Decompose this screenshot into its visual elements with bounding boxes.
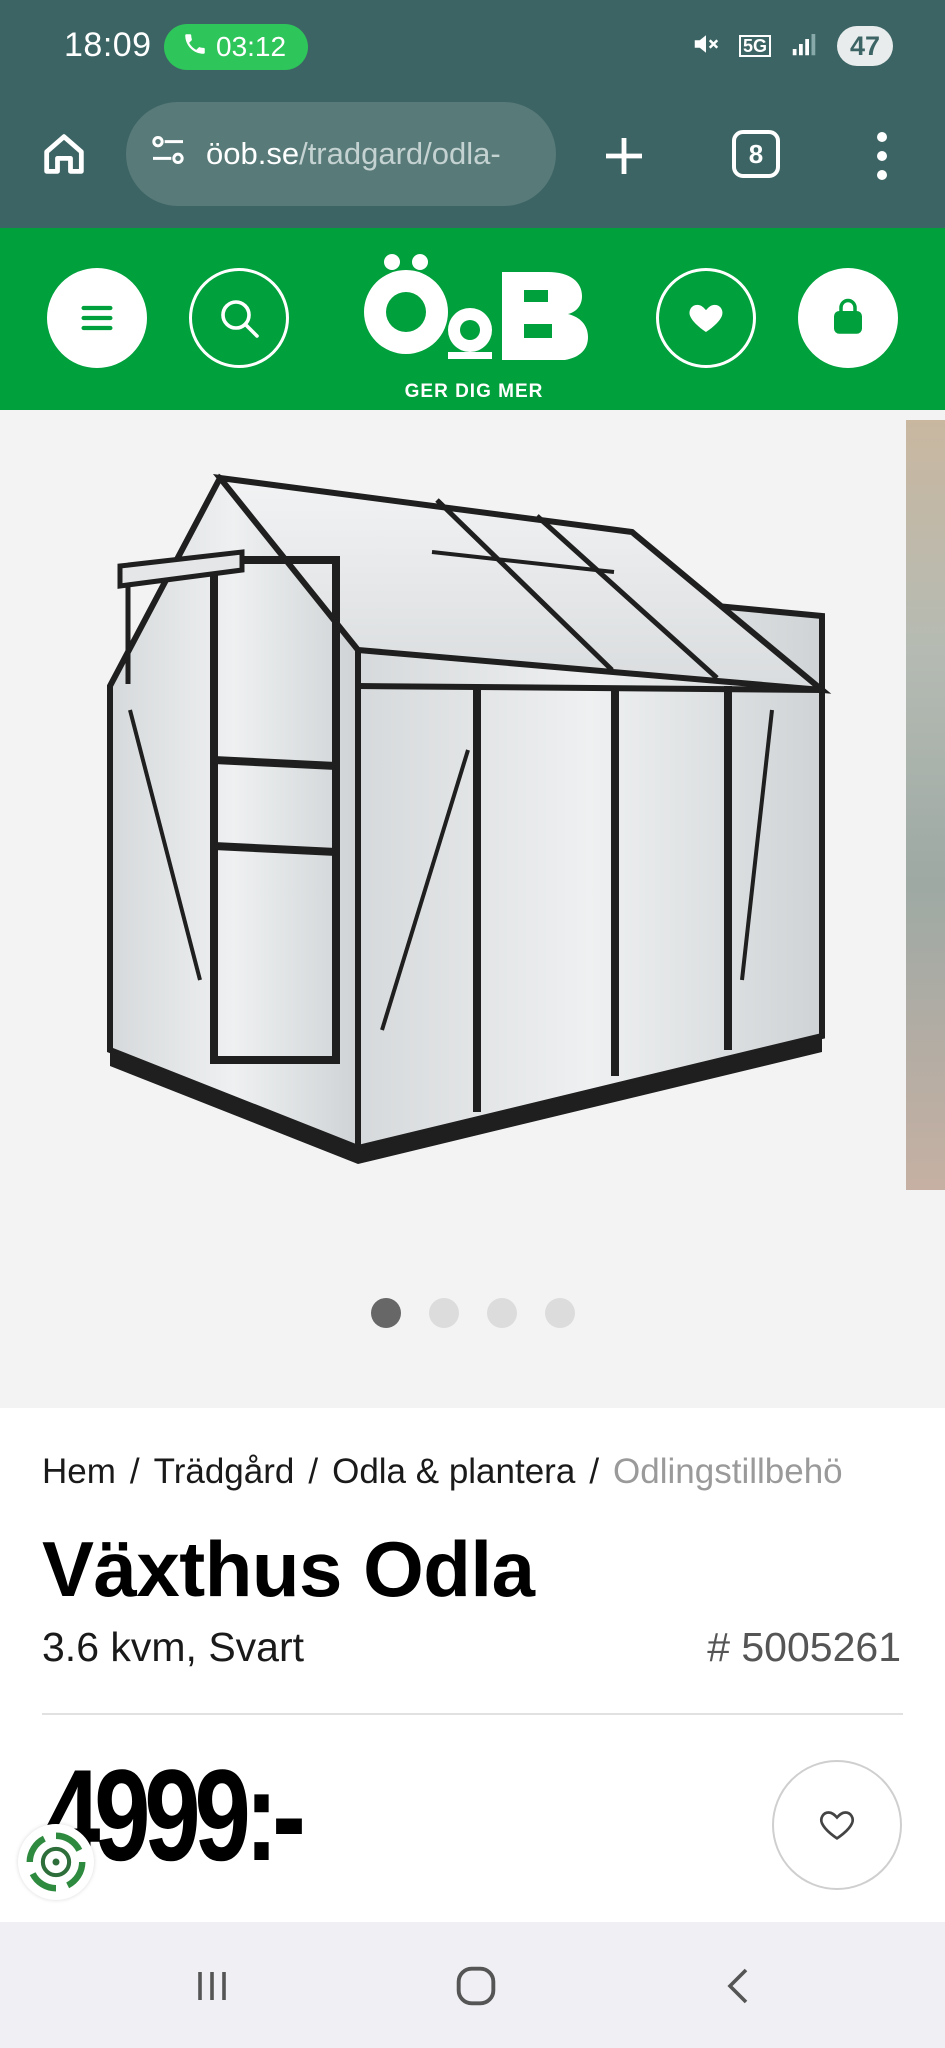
logo-tagline: GER DIG MER <box>404 381 544 402</box>
breadcrumb-separator: / <box>308 1452 319 1491</box>
add-to-wishlist-button[interactable] <box>772 1760 902 1890</box>
search-button[interactable] <box>189 268 289 368</box>
gallery-dot-2[interactable] <box>428 1298 459 1328</box>
phone-icon <box>182 31 208 64</box>
breadcrumb-item-odlingstillbehor[interactable]: Odlingstillbehö <box>613 1452 843 1491</box>
recycle-badge[interactable] <box>18 1824 94 1900</box>
signal-icon <box>789 29 819 64</box>
heart-outline-icon <box>819 1811 855 1840</box>
product-title: Växthus Odla <box>42 1525 535 1613</box>
product-gallery[interactable] <box>0 410 945 1408</box>
battery-indicator: 47 <box>837 26 893 66</box>
site-settings-icon[interactable] <box>148 130 188 178</box>
breadcrumb-item-hem[interactable]: Hem <box>42 1452 116 1491</box>
breadcrumb: Hem / Trädgård / Odla & plantera / Odlingstill… <box>42 1452 902 1492</box>
cart-button[interactable] <box>798 268 898 368</box>
status-icons: 5G 47 <box>691 26 893 66</box>
home-nav-icon <box>456 1966 496 2006</box>
hamburger-icon <box>81 305 113 331</box>
page: 18:09 03:12 5G 47 öob.se/tradgard/odla- … <box>0 0 945 2048</box>
ongoing-call-pill[interactable]: 03:12 <box>164 24 308 70</box>
breadcrumb-separator: / <box>589 1452 600 1491</box>
gallery-dots <box>0 1298 945 1328</box>
url-domain: öob.se <box>206 136 300 171</box>
url-text: öob.se/tradgard/odla- <box>206 136 501 172</box>
back-icon <box>727 1968 748 2004</box>
product-image[interactable] <box>92 420 852 1190</box>
shopping-bag-icon <box>834 298 862 334</box>
gallery-dot-1[interactable] <box>370 1298 401 1328</box>
recent-apps-button[interactable] <box>182 1956 242 2016</box>
network-5g-icon: 5G <box>738 35 771 57</box>
browser-toolbar: öob.se/tradgard/odla- 8 <box>0 98 945 228</box>
breadcrumb-item-odla-plantera[interactable]: Odla & plantera <box>332 1452 575 1491</box>
recycle-icon <box>26 1832 86 1892</box>
system-nav-bar <box>0 1922 945 2048</box>
heart-icon <box>689 304 723 332</box>
home-icon <box>44 134 84 174</box>
hamburger-menu-button[interactable] <box>47 268 147 368</box>
oob-logo[interactable]: GER DIG MER <box>356 250 592 402</box>
logo-mark <box>356 250 592 377</box>
home-nav-button[interactable] <box>446 1956 506 2016</box>
mute-icon <box>691 29 721 64</box>
breadcrumb-separator: / <box>129 1452 140 1491</box>
kebab-menu-icon[interactable] <box>864 128 900 184</box>
recent-apps-icon <box>198 1972 226 2000</box>
address-bar[interactable]: öob.se/tradgard/odla- <box>126 102 556 206</box>
next-image-preview[interactable] <box>906 420 945 1190</box>
new-tab-button[interactable] <box>596 128 652 184</box>
status-time: 18:09 <box>64 26 152 64</box>
wishlist-button[interactable] <box>656 268 756 368</box>
status-bar: 18:09 03:12 5G 47 <box>0 0 945 98</box>
back-button[interactable] <box>710 1956 770 2016</box>
search-icon <box>221 300 259 338</box>
gallery-dot-3[interactable] <box>486 1298 517 1328</box>
gallery-dot-4[interactable] <box>544 1298 575 1328</box>
site-header: GER DIG MER <box>0 228 945 410</box>
call-timer: 03:12 <box>216 31 287 62</box>
plus-icon <box>606 138 642 174</box>
tab-switcher-button[interactable]: 8 <box>732 130 780 178</box>
url-path: /tradgard/odla- <box>299 136 501 171</box>
divider <box>42 1713 903 1715</box>
breadcrumb-item-tradgard[interactable]: Trädgård <box>154 1452 295 1491</box>
product-sku: # 5005261 <box>707 1624 901 1670</box>
browser-home-button[interactable] <box>36 126 92 182</box>
product-subtitle: 3.6 kvm, Svart <box>42 1624 305 1670</box>
